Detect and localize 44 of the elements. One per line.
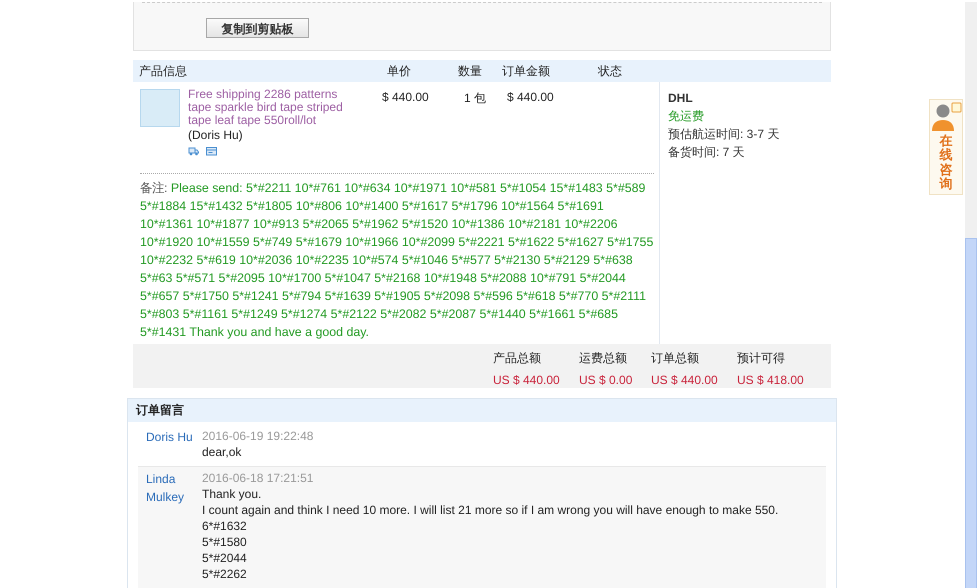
message-time: 2016-06-19 19:22:48 — [202, 428, 314, 444]
shipping-info: 备货时间: 7 天 — [668, 144, 746, 161]
column-header: 产品信息 — [138, 62, 188, 80]
column-header: 订单金额 — [502, 62, 551, 80]
message-text: 5*#2044 — [202, 550, 248, 566]
buyer-note: 备注: Please send: 5*#2211 10*#761 10*#634 10*#1971 10*#581 5*#1054 15*#1483 5*#589 5*#1884 15*#1432 5*#1805 10*#806 10*#1400 5*#1617 5*#1796 10*#1564 5*#1691 10*#1361 10*#1877 10*#913 5*#2065 5*#1962 5*#1520 10*#1386 10*#2181 10*#2206 10*#1920 10*#1559 5*#749 5*#1679 10*#1966 10*#2099 5*#2221 5*#1622 5*#1627 5*#1755 10*#2232 5*#619 10*#2036 10*#2235 10*#574 5*#1046 5*#577 5*#2130 5*#2129 5*#638 5*#63 5*#571 5*#2095 10*#1700 5*#1047 5*#2168 10*#1948 5*#2088 10*#791 5*#2044 5*#657 5*#1750 5*#1241 5*#794 5*#1639 5*#1905 5*#2098 5*#596 5*#618 5*#770 5*#2111 5*#803 5*#1161 5*#1249 5*#1274 5*#2122 5*#2082 5*#2087 5*#1440 5*#1661 5*#685 5*#1431 Thank you and have a good day. — [140, 180, 654, 341]
shipping-carrier: DHL — [668, 90, 694, 107]
column-header: 状态 — [598, 62, 623, 80]
column-header: 单价 — [386, 62, 412, 80]
author-link[interactable]: Linda Mulkey — [146, 470, 202, 582]
total-value: US $ 440.00 — [651, 372, 719, 389]
chat-label: 在线咨询 — [940, 134, 952, 192]
product-link[interactable]: Free shipping 2286 patterns tape sparkle bird tape striped tape leaf tape 550roll/lot — [188, 88, 358, 127]
panel-title: 订单留言 — [128, 399, 836, 422]
total-label: 预计可得 — [737, 350, 786, 367]
message-text: 5*#1580 — [202, 534, 248, 550]
total-value: US $ 0.00 — [579, 372, 634, 389]
scrollbar[interactable] — [965, 2, 977, 588]
shipping-info: 预估航运时间: 3-7 天 — [668, 126, 780, 143]
message-text: Thank you. — [202, 486, 262, 502]
person-silhouette-icon — [930, 101, 962, 131]
total-label: 订单总额 — [651, 350, 700, 367]
message-text: dear,ok — [202, 444, 242, 460]
shipping-fee: 免运费 — [668, 108, 705, 125]
column-header: 数量 — [458, 62, 483, 80]
table-cell-text: $ 440.00 — [507, 89, 555, 106]
scrollbar-thumb[interactable] — [965, 238, 977, 588]
truck-icon[interactable] — [188, 146, 199, 156]
table-cell-text: $ 440.00 — [382, 89, 430, 106]
online-chat-widget[interactable]: 在线咨询 — [929, 99, 963, 195]
total-label: 运费总额 — [579, 350, 628, 367]
table-cell-text: 1 包 — [463, 90, 488, 107]
message-text: 5*#2262 — [202, 566, 248, 582]
total-label: 产品总额 — [493, 350, 542, 367]
message-time: 2016-06-18 17:21:51 — [202, 470, 314, 486]
total-value: US $ 418.00 — [737, 372, 804, 389]
copy-to-clipboard-button[interactable]: 复制到剪贴板 — [206, 18, 309, 38]
message-text: 6*#1632 — [202, 518, 248, 534]
author-link[interactable]: Doris Hu — [146, 428, 202, 460]
total-value: US $ 440.00 — [493, 372, 561, 389]
card-icon[interactable] — [206, 146, 217, 156]
message-text: I count again and think I need 10 more. I will list 21 more so if I am wrong you will have enough to make 550. — [202, 502, 778, 518]
seller-name: (Doris Hu) — [188, 129, 244, 142]
product-thumbnail[interactable] — [140, 89, 180, 127]
